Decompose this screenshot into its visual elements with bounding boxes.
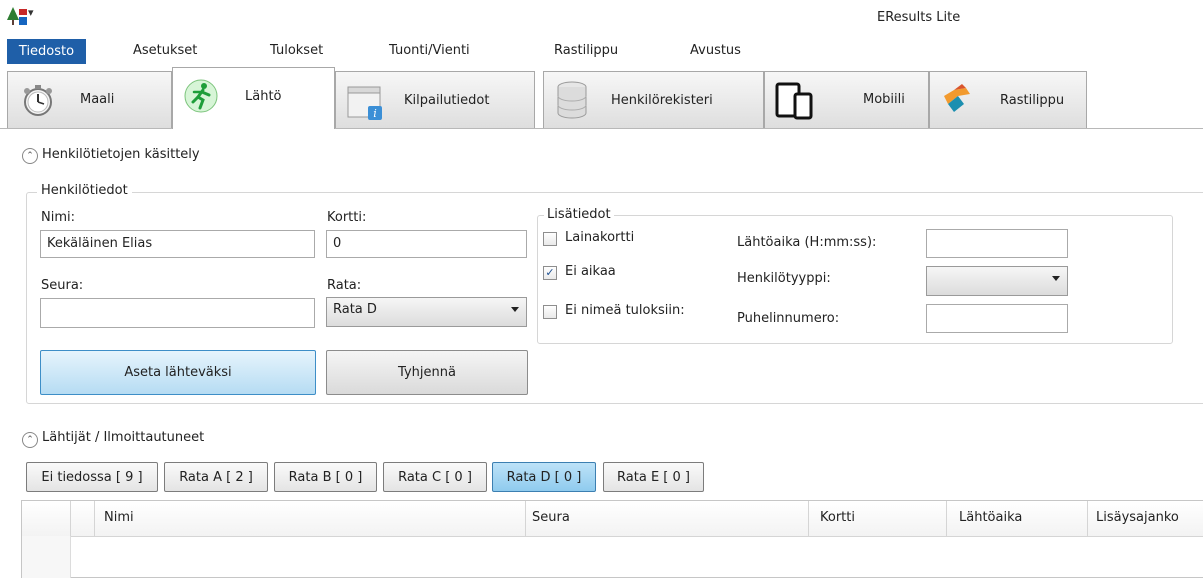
filter-rata-a[interactable]: Rata A [ 2 ] bbox=[164, 462, 268, 492]
section-title-starters: Lähtijät / Ilmoittautuneet bbox=[42, 430, 205, 445]
no-time-label: Ei aikaa bbox=[565, 264, 616, 279]
title-bar bbox=[0, 0, 1203, 38]
svg-text:i: i bbox=[373, 107, 377, 120]
person-type-label: Henkilötyyppi: bbox=[737, 271, 831, 286]
column-separator bbox=[808, 501, 809, 536]
group-title-lisatiedot: Lisätiedot bbox=[544, 207, 614, 222]
no-name-checkbox[interactable] bbox=[543, 305, 557, 319]
flag-icon bbox=[940, 82, 976, 118]
chevron-down-icon bbox=[511, 307, 519, 312]
club-input[interactable] bbox=[40, 298, 315, 328]
rental-card-checkbox[interactable] bbox=[543, 232, 557, 246]
app-logo-icon bbox=[6, 6, 28, 28]
menu-tulokset[interactable]: Tulokset bbox=[270, 43, 323, 58]
column-header-seura[interactable]: Seura bbox=[532, 510, 570, 525]
column-separator bbox=[94, 501, 95, 536]
checkmark-icon: ✓ bbox=[545, 266, 555, 279]
menu-asetukset[interactable]: Asetukset bbox=[133, 43, 197, 58]
menu-tuonti-vienti[interactable]: Tuonti/Vienti bbox=[389, 43, 470, 58]
person-type-select[interactable] bbox=[926, 266, 1068, 296]
filter-rata-e[interactable]: Rata E [ 0 ] bbox=[603, 462, 704, 492]
menu-avustus[interactable]: Avustus bbox=[690, 43, 741, 58]
menu-tiedosto[interactable]: Tiedosto bbox=[7, 39, 86, 64]
set-start-button[interactable]: Aseta lähteväksi bbox=[40, 350, 316, 395]
course-label: Rata: bbox=[327, 278, 362, 293]
column-header-lahtoaika[interactable]: Lähtöaika bbox=[959, 510, 1022, 525]
column-separator bbox=[946, 501, 947, 536]
no-time-checkbox[interactable]: ✓ bbox=[543, 266, 557, 280]
group-title-henkilotiedot: Henkilötiedot bbox=[37, 183, 132, 198]
card-label: Kortti: bbox=[327, 210, 367, 225]
phone-input[interactable] bbox=[926, 304, 1068, 333]
tab-maali[interactable]: Maali bbox=[7, 71, 172, 128]
club-label: Seura: bbox=[41, 278, 84, 293]
menu-rastilippu[interactable]: Rastilippu bbox=[554, 43, 618, 58]
section-title-person: Henkilötietojen käsittely bbox=[42, 147, 200, 162]
row-header-column bbox=[22, 536, 71, 578]
column-separator bbox=[525, 501, 526, 536]
tab-kilpailutiedot[interactable]: i Kilpailutiedot bbox=[335, 71, 535, 128]
stopwatch-icon bbox=[20, 82, 56, 118]
tab-lahto[interactable]: Lähtö bbox=[172, 67, 335, 129]
chevron-down-icon bbox=[1052, 276, 1060, 281]
tab-lahto-label: Lähtö bbox=[245, 89, 282, 104]
name-label: Nimi: bbox=[41, 210, 75, 225]
collapse-henkilotiedot-icon[interactable]: ⌃ bbox=[22, 148, 38, 164]
quick-access-dropdown-icon[interactable]: ▾ bbox=[28, 6, 34, 19]
phone-label: Puhelinnumero: bbox=[737, 311, 840, 326]
course-select[interactable]: Rata D bbox=[326, 297, 527, 327]
tab-mobiili[interactable]: Mobiili bbox=[764, 71, 929, 128]
clear-button[interactable]: Tyhjennä bbox=[326, 350, 528, 395]
column-header-kortti[interactable]: Kortti bbox=[820, 510, 855, 525]
info-window-icon: i bbox=[346, 84, 382, 120]
table-header bbox=[22, 501, 1203, 537]
filter-rata-b[interactable]: Rata B [ 0 ] bbox=[274, 462, 377, 492]
course-select-value: Rata D bbox=[333, 302, 377, 317]
database-icon bbox=[554, 80, 590, 119]
tab-rastilippu[interactable]: Rastilippu bbox=[929, 71, 1087, 128]
tab-henkilorekisteri[interactable]: Henkilörekisteri bbox=[543, 71, 764, 128]
start-time-input[interactable] bbox=[926, 229, 1068, 258]
start-time-label: Lähtöaika (H:mm:ss): bbox=[737, 235, 877, 250]
tab-henkilorekisteri-label: Henkilörekisteri bbox=[611, 93, 713, 108]
tab-rastilippu-label: Rastilippu bbox=[1000, 93, 1065, 108]
filter-rata-c[interactable]: Rata C [ 0 ] bbox=[383, 462, 487, 492]
name-input[interactable]: Kekäläinen Elias bbox=[40, 230, 315, 258]
column-separator bbox=[70, 501, 71, 536]
collapse-lahtijat-icon[interactable]: ⌃ bbox=[22, 432, 38, 448]
rental-card-label: Lainakortti bbox=[565, 230, 635, 245]
mobile-devices-icon bbox=[775, 80, 813, 120]
running-man-icon bbox=[183, 78, 219, 114]
no-name-label: Ei nimeä tuloksiin: bbox=[565, 303, 685, 318]
tab-kilpailutiedot-label: Kilpailutiedot bbox=[404, 93, 490, 108]
window-title: EResults Lite bbox=[877, 10, 961, 25]
column-header-nimi[interactable]: Nimi bbox=[104, 510, 134, 525]
tab-maali-label: Maali bbox=[80, 92, 115, 107]
filter-ei-tiedossa[interactable]: Ei tiedossa [ 9 ] bbox=[26, 462, 158, 492]
column-separator bbox=[1087, 501, 1088, 536]
card-input[interactable]: 0 bbox=[326, 230, 527, 258]
tab-mobiili-label: Mobiili bbox=[863, 92, 905, 107]
column-header-lisaysajankohta[interactable]: Lisäysajanko bbox=[1096, 510, 1179, 525]
filter-rata-d[interactable]: Rata D [ 0 ] bbox=[492, 462, 596, 492]
